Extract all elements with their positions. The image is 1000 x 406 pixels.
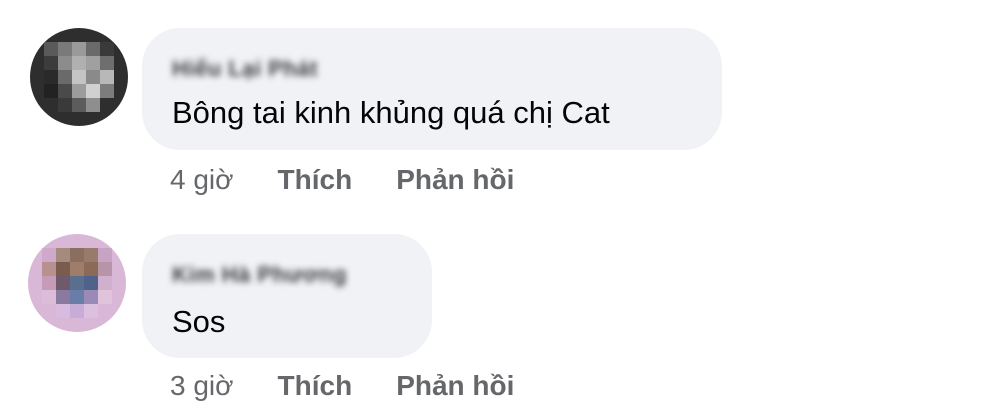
comment-actions: 4 giờ Thích Phản hồi: [170, 160, 514, 200]
avatar[interactable]: [28, 234, 126, 332]
reply-button[interactable]: Phản hồi: [396, 164, 514, 196]
comment-bubble: Kim Hà Phương Sos: [142, 234, 432, 358]
comment-bubble: Hiếu Lại Phát Bông tai kinh khủng quá ch…: [142, 28, 722, 150]
comment-author-name[interactable]: Hiếu Lại Phát: [172, 56, 318, 82]
comment-author-name[interactable]: Kim Hà Phương: [172, 262, 347, 288]
comment-timestamp[interactable]: 3 giờ: [170, 370, 234, 402]
comment-text: Bông tai kinh khủng quá chị Cat: [172, 95, 610, 130]
comment-actions: 3 giờ Thích Phản hồi: [170, 366, 514, 406]
avatar[interactable]: [30, 28, 128, 126]
like-button[interactable]: Thích: [278, 370, 353, 402]
like-button[interactable]: Thích: [278, 164, 353, 196]
comment-text: Sos: [172, 304, 226, 339]
reply-button[interactable]: Phản hồi: [396, 370, 514, 402]
comment-timestamp[interactable]: 4 giờ: [170, 164, 234, 196]
